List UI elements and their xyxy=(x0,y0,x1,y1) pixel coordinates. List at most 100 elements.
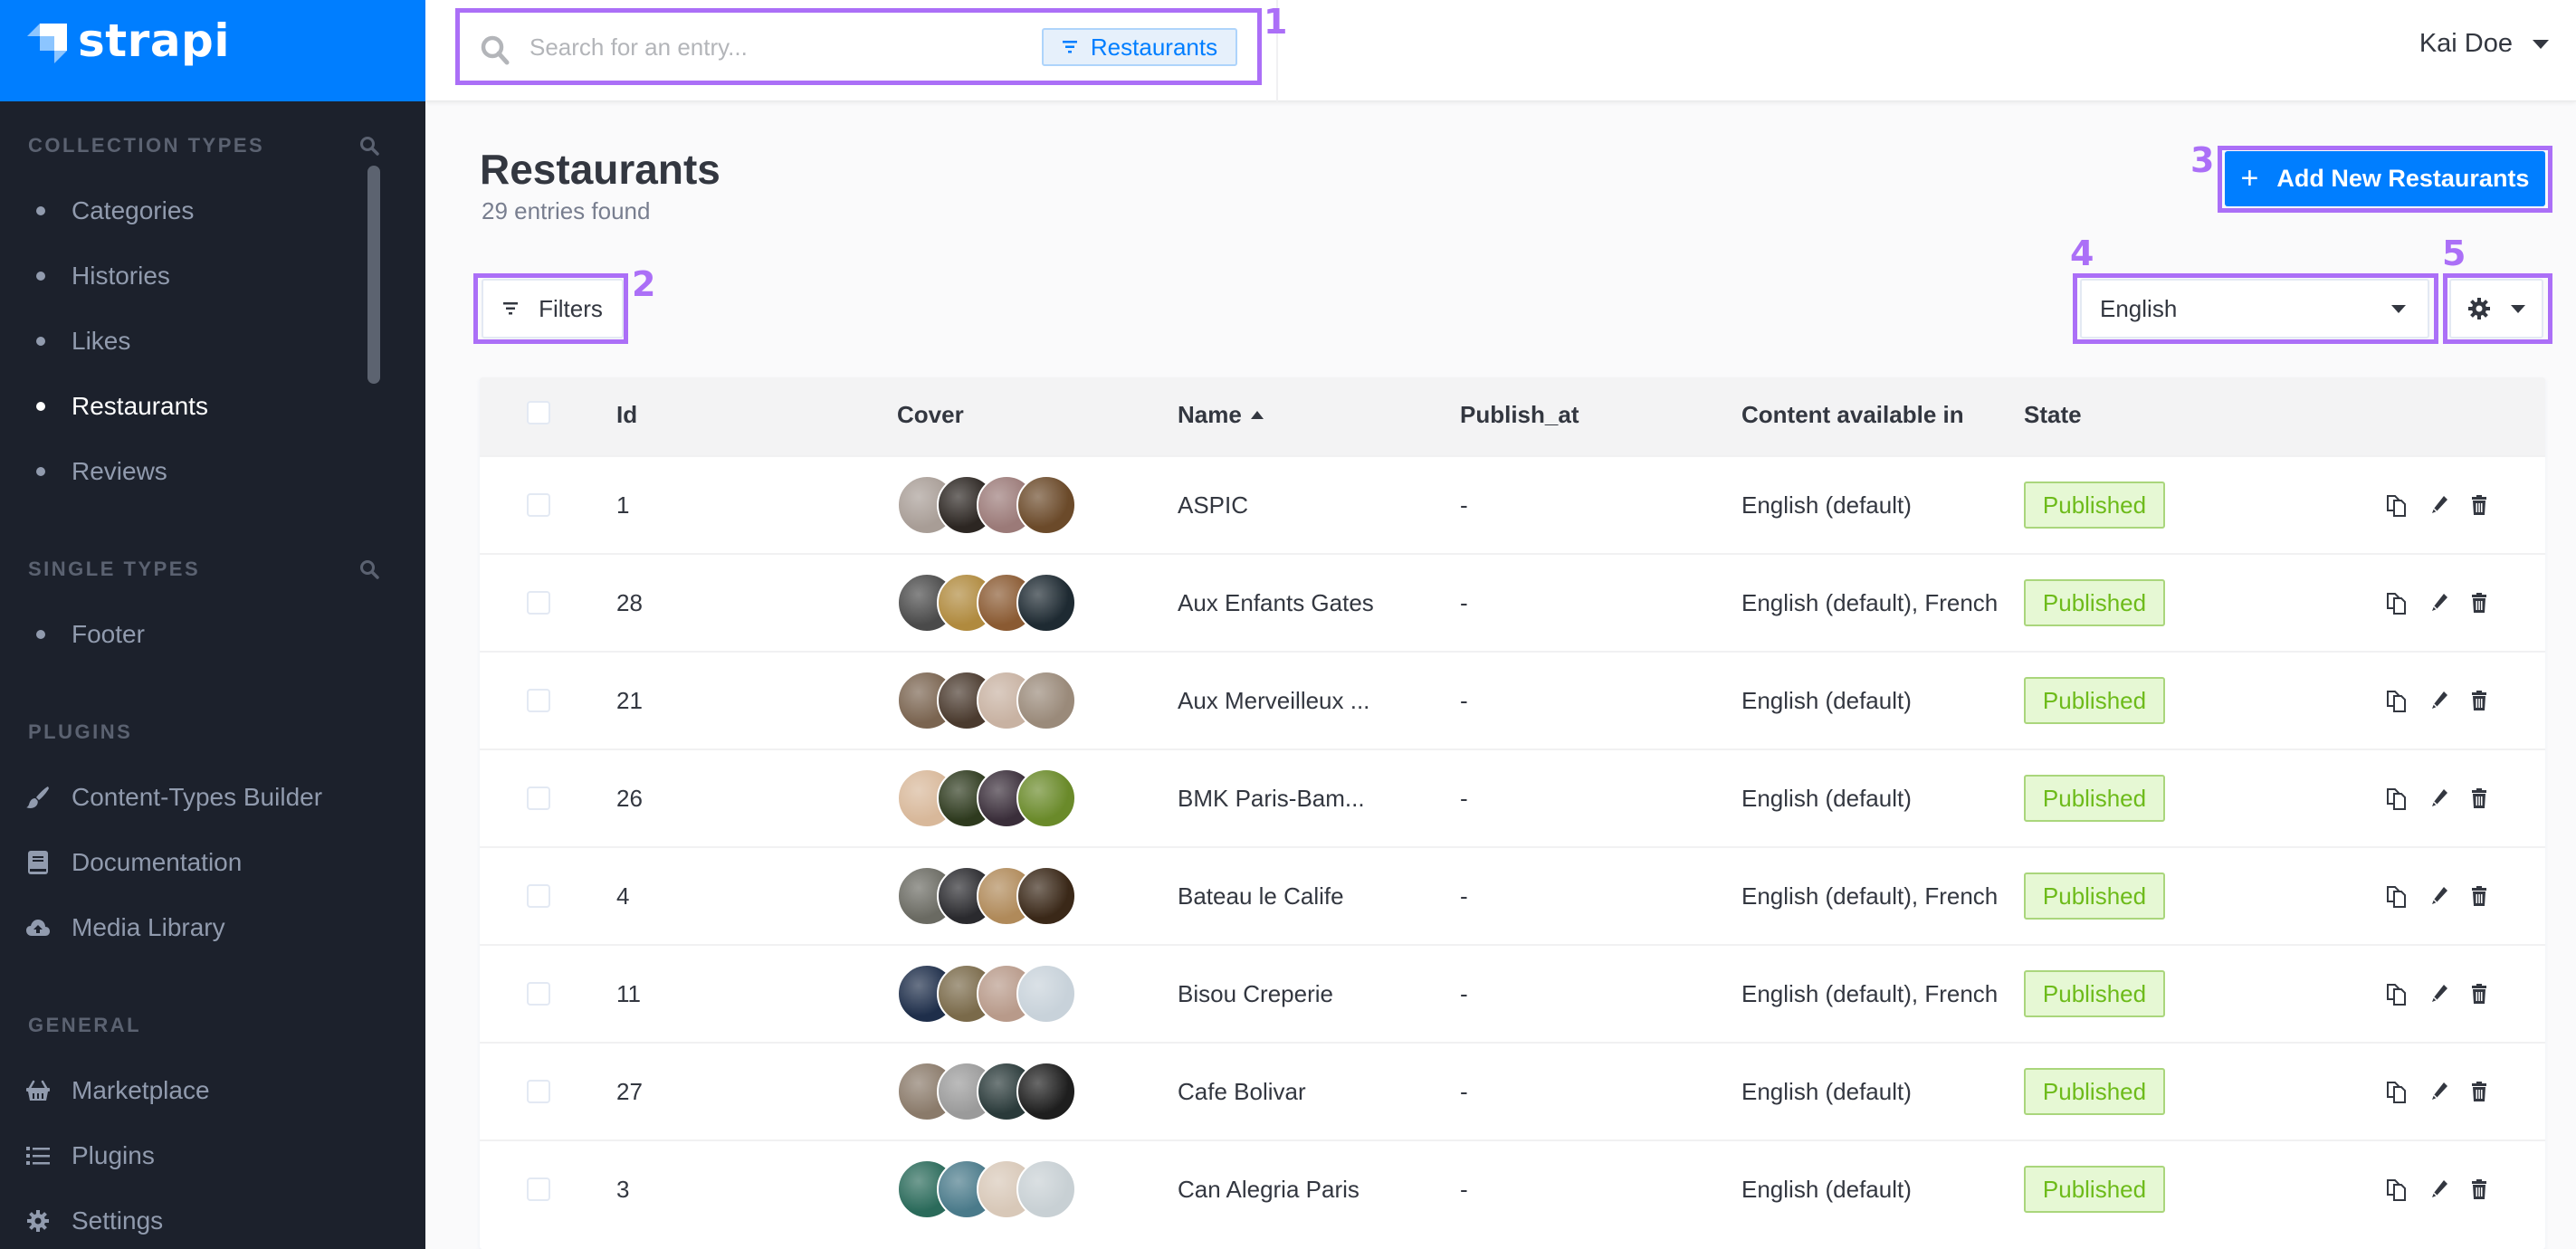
column-header-publish-at[interactable]: Publish_at xyxy=(1460,401,1579,429)
delete-trash-icon[interactable] xyxy=(2466,687,2493,714)
annotation-number: 3 xyxy=(2190,140,2215,180)
delete-trash-icon[interactable] xyxy=(2466,1078,2493,1105)
locale-select[interactable]: English xyxy=(2080,279,2429,338)
edit-pencil-icon[interactable] xyxy=(2426,785,2453,812)
table-row[interactable]: 21 Aux Merveilleux ... - English (defaul… xyxy=(480,651,2545,748)
delete-trash-icon[interactable] xyxy=(2466,589,2493,616)
sidebar-item-plugins[interactable]: Plugins xyxy=(0,1129,362,1183)
sidebar-item-categories[interactable]: Categories xyxy=(0,184,362,238)
table-row[interactable]: 28 Aux Enfants Gates - English (default)… xyxy=(480,553,2545,651)
sidebar-item-likes[interactable]: Likes xyxy=(0,314,362,368)
cell-cover xyxy=(897,1062,1078,1121)
duplicate-icon[interactable] xyxy=(2383,1176,2410,1203)
table-row[interactable]: 4 Bateau le Calife - English (default), … xyxy=(480,846,2545,944)
annotation-number: 1 xyxy=(1264,2,1288,42)
cell-name: ASPIC xyxy=(1178,491,1249,519)
delete-trash-icon[interactable] xyxy=(2466,1176,2493,1203)
annotation-number: 5 xyxy=(2442,234,2466,273)
search-scope-tag[interactable]: Restaurants xyxy=(1042,28,1237,66)
table-row[interactable]: 26 BMK Paris-Bam... - English (default) … xyxy=(480,748,2545,846)
edit-pencil-icon[interactable] xyxy=(2426,491,2453,519)
cell-publish-at: - xyxy=(1460,491,1468,519)
column-label: Name xyxy=(1178,401,1242,428)
duplicate-icon[interactable] xyxy=(2383,882,2410,910)
brand-header[interactable]: strapi xyxy=(0,0,425,101)
cover-thumbnail xyxy=(1016,573,1076,633)
cell-cover xyxy=(897,671,1078,730)
table-row[interactable]: 3 Can Alegria Paris - English (default) … xyxy=(480,1139,2545,1237)
cell-cover xyxy=(897,475,1078,535)
delete-trash-icon[interactable] xyxy=(2466,785,2493,812)
entries-table: Id Cover Name Publish_at Content availab… xyxy=(480,377,2545,1249)
list-icon xyxy=(25,1143,51,1168)
table-row[interactable]: 1 ASPIC - English (default) Published xyxy=(480,455,2545,553)
row-checkbox[interactable] xyxy=(527,884,550,908)
search-input[interactable] xyxy=(530,27,982,67)
duplicate-icon[interactable] xyxy=(2383,1078,2410,1105)
cell-content-available-in: English (default) xyxy=(1741,1077,1912,1105)
row-checkbox[interactable] xyxy=(527,982,550,1006)
status-badge: Published xyxy=(2024,775,2165,822)
duplicate-icon[interactable] xyxy=(2383,980,2410,1007)
column-header-id[interactable]: Id xyxy=(616,401,637,429)
row-checkbox[interactable] xyxy=(527,493,550,517)
cell-name: Aux Enfants Gates xyxy=(1178,588,1374,616)
filters-label: Filters xyxy=(539,294,603,322)
cover-thumbnail xyxy=(1016,1062,1076,1121)
select-all-checkbox[interactable] xyxy=(527,401,550,424)
table-row[interactable]: 27 Cafe Bolivar - English (default) Publ… xyxy=(480,1042,2545,1139)
sidebar-item-histories[interactable]: Histories xyxy=(0,249,362,303)
edit-pencil-icon[interactable] xyxy=(2426,1176,2453,1203)
cell-publish-at: - xyxy=(1460,784,1468,812)
duplicate-icon[interactable] xyxy=(2383,589,2410,616)
cover-thumbnail xyxy=(1016,671,1076,730)
edit-pencil-icon[interactable] xyxy=(2426,980,2453,1007)
sidebar-item-footer[interactable]: Footer xyxy=(0,607,362,662)
row-checkbox[interactable] xyxy=(527,787,550,810)
row-checkbox[interactable] xyxy=(527,1177,550,1201)
sidebar-item-restaurants[interactable]: Restaurants xyxy=(0,379,362,434)
delete-trash-icon[interactable] xyxy=(2466,882,2493,910)
sidebar-item-label: Marketplace xyxy=(72,1076,210,1104)
sidebar-item-content-types-builder[interactable]: Content-Types Builder xyxy=(0,770,362,825)
strapi-logo-icon xyxy=(27,24,67,63)
search-icon[interactable] xyxy=(358,558,380,580)
edit-pencil-icon[interactable] xyxy=(2426,1078,2453,1105)
delete-trash-icon[interactable] xyxy=(2466,980,2493,1007)
sidebar-item-documentation[interactable]: Documentation xyxy=(0,835,362,890)
duplicate-icon[interactable] xyxy=(2383,687,2410,714)
row-checkbox[interactable] xyxy=(527,591,550,615)
table-row[interactable]: 11 Bisou Creperie - English (default), F… xyxy=(480,944,2545,1042)
sidebar-item-marketplace[interactable]: Marketplace xyxy=(0,1063,362,1118)
column-label: Id xyxy=(616,401,638,428)
duplicate-icon[interactable] xyxy=(2383,491,2410,519)
list-settings-button[interactable] xyxy=(2449,279,2543,338)
gear-icon xyxy=(2468,298,2490,319)
column-header-name[interactable]: Name xyxy=(1178,401,1264,429)
user-menu[interactable]: Kai Doe xyxy=(2419,29,2549,59)
sidebar-item-media-library[interactable]: Media Library xyxy=(0,901,362,955)
sidebar-scrollbar[interactable] xyxy=(367,166,380,384)
edit-pencil-icon[interactable] xyxy=(2426,687,2453,714)
paint-brush-icon xyxy=(25,785,51,810)
sidebar-item-reviews[interactable]: Reviews xyxy=(0,444,362,499)
duplicate-icon[interactable] xyxy=(2383,785,2410,812)
status-badge: Published xyxy=(2024,872,2165,920)
user-name: Kai Doe xyxy=(2419,29,2513,58)
cloud-upload-icon xyxy=(25,915,51,940)
filters-button[interactable]: Filters xyxy=(482,279,624,338)
add-new-entry-button[interactable]: + Add New Restaurants xyxy=(2225,151,2545,206)
status-badge: Published xyxy=(2024,1166,2165,1213)
sidebar-item-settings[interactable]: Settings xyxy=(0,1194,362,1248)
sidebar-item-label: Documentation xyxy=(72,848,243,876)
edit-pencil-icon[interactable] xyxy=(2426,589,2453,616)
edit-pencil-icon[interactable] xyxy=(2426,882,2453,910)
sidebar-item-label: Footer xyxy=(72,620,145,648)
sidebar-item-label: Categories xyxy=(72,196,195,224)
row-checkbox[interactable] xyxy=(527,1080,550,1103)
row-checkbox[interactable] xyxy=(527,689,550,712)
search-icon[interactable] xyxy=(358,135,380,157)
section-title-general: General xyxy=(28,1014,142,1036)
cell-publish-at: - xyxy=(1460,1175,1468,1203)
delete-trash-icon[interactable] xyxy=(2466,491,2493,519)
